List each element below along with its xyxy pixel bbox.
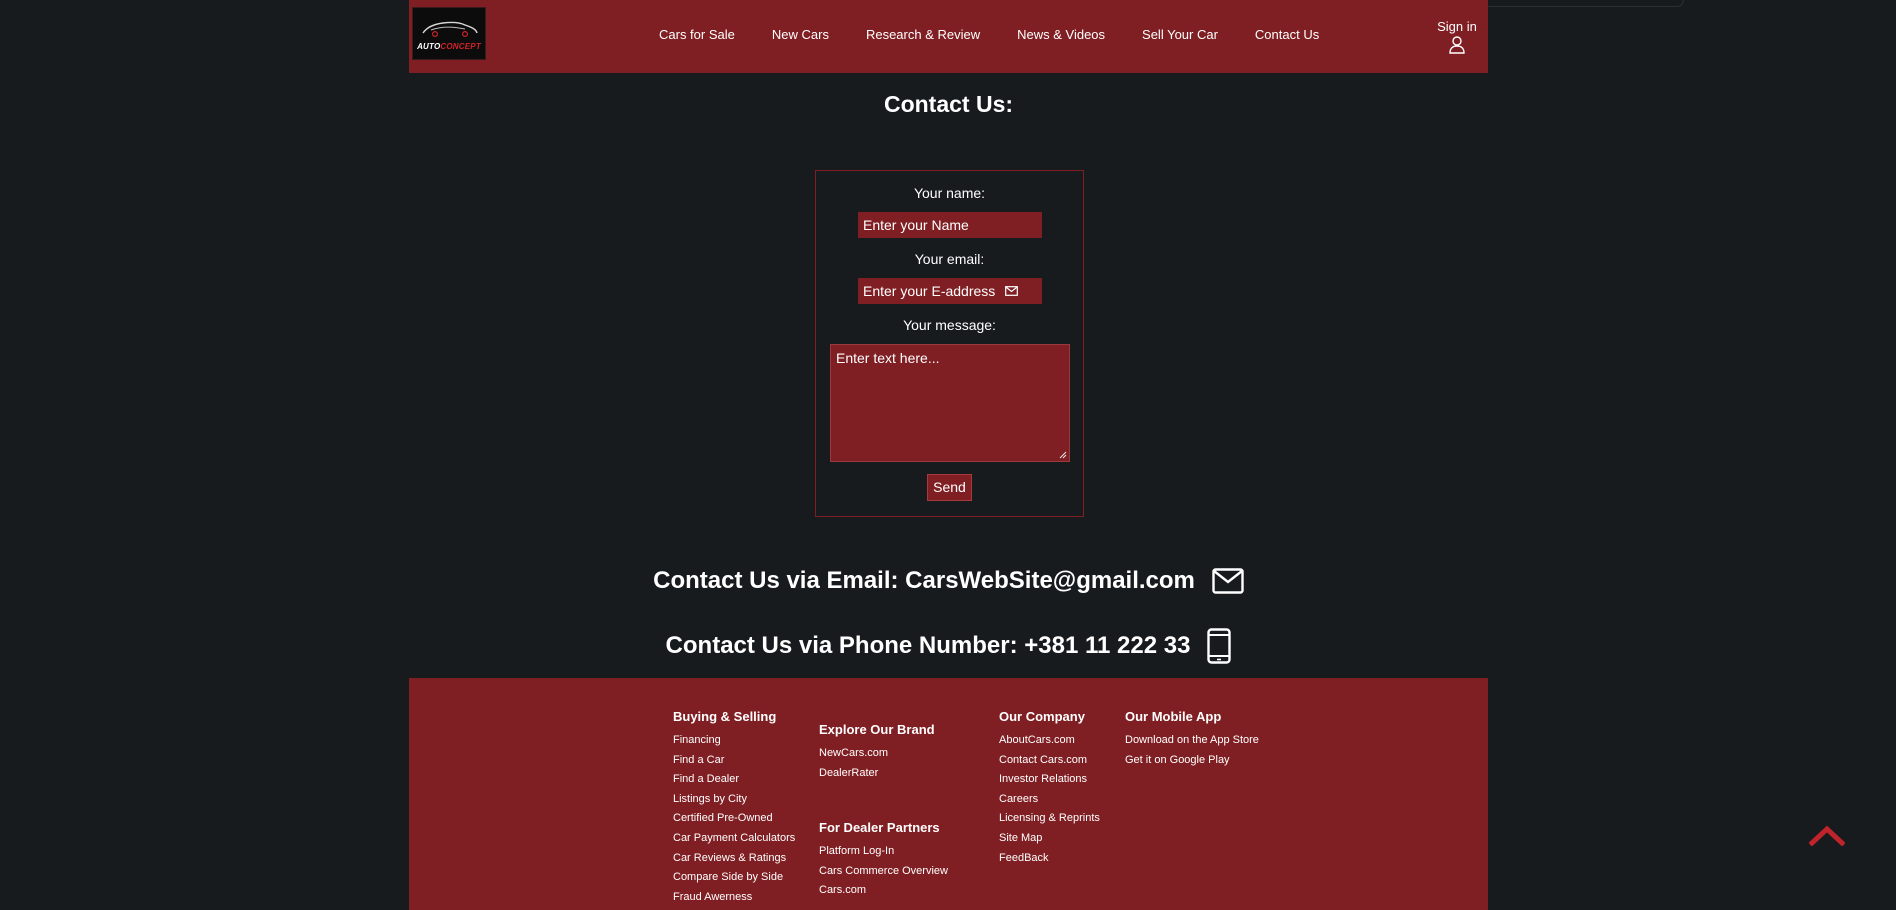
footer-col-buying: Buying & Selling Financing Find a Car Fi… (673, 709, 795, 907)
page: AUTOCONCEPT Cars for Sale New Cars Resea… (409, 0, 1488, 910)
footer-col-explore: Explore Our Brand NewCars.com DealerRate… (819, 722, 935, 783)
footer-link[interactable]: Platform Log-In (819, 842, 948, 862)
resize-handle-icon[interactable] (1059, 451, 1067, 459)
message-placeholder: Enter text here... (836, 350, 940, 366)
footer-link[interactable]: Download on the App Store (1125, 731, 1259, 751)
email-label: Your email: (914, 251, 985, 267)
footer-link[interactable]: Fraud Awerness (673, 888, 795, 908)
site-logo[interactable]: AUTOCONCEPT (412, 7, 486, 60)
contact-email-row: Contact Us via Email: CarsWebSite@gmail.… (409, 567, 1488, 595)
footer-link[interactable]: NewCars.com (819, 744, 935, 764)
contact-email-text[interactable]: Contact Us via Email: CarsWebSite@gmail.… (653, 567, 1195, 595)
footer-link[interactable]: Listings by City (673, 790, 795, 810)
footer-link[interactable]: Financing (673, 731, 795, 751)
footer-heading: Our Company (999, 709, 1085, 724)
footer-link[interactable]: Cars.com (819, 881, 948, 901)
footer-link[interactable]: Compare Side by Side (673, 868, 795, 888)
footer-link[interactable]: FeedBack (999, 849, 1100, 869)
message-label: Your message: (903, 317, 996, 333)
envelope-small-icon (1005, 286, 1019, 296)
name-input[interactable]: Enter your Name (858, 212, 1042, 238)
sign-in-label: Sign in (1437, 19, 1477, 34)
footer-heading: For Dealer Partners (819, 820, 940, 835)
site-footer: Buying & Selling Financing Find a Car Fi… (409, 678, 1488, 910)
nav-new-cars[interactable]: New Cars (772, 27, 829, 42)
nav-cars-for-sale[interactable]: Cars for Sale (659, 27, 735, 42)
nav-research-review[interactable]: Research & Review (866, 27, 980, 42)
email-input[interactable]: Enter your E-address (858, 278, 1042, 304)
footer-link[interactable]: Investor Relations (999, 770, 1100, 790)
site-header: AUTOCONCEPT Cars for Sale New Cars Resea… (409, 0, 1488, 73)
footer-link[interactable]: Site Map (999, 829, 1100, 849)
email-placeholder: Enter your E-address (863, 283, 996, 299)
footer-heading: Buying & Selling (673, 709, 777, 724)
car-silhouette-icon (422, 21, 478, 38)
footer-link[interactable]: Contact Cars.com (999, 751, 1100, 771)
footer-link[interactable]: DealerRater (819, 764, 935, 784)
footer-link[interactable]: Car Reviews & Ratings (673, 849, 795, 869)
footer-link[interactable]: Licensing & Reprints (999, 809, 1100, 829)
phone-icon (1207, 628, 1232, 664)
footer-link[interactable]: AboutCars.com (999, 731, 1100, 751)
name-label: Your name: (913, 185, 986, 201)
nav-contact-us[interactable]: Contact Us (1255, 27, 1319, 42)
send-button[interactable]: Send (927, 474, 972, 501)
user-icon (1449, 36, 1465, 54)
footer-heading: Explore Our Brand (819, 722, 935, 737)
message-textarea[interactable]: Enter text here... (830, 344, 1070, 462)
nav-news-videos[interactable]: News & Videos (1017, 27, 1105, 42)
main-nav: Cars for Sale New Cars Research & Review… (659, 27, 1356, 42)
sign-in-button[interactable]: Sign in (1435, 19, 1479, 54)
footer-link[interactable]: Find a Car (673, 751, 795, 771)
footer-heading: Our Mobile App (1125, 709, 1222, 724)
footer-link[interactable]: Cars Commerce Overview (819, 862, 948, 882)
logo-text: AUTOCONCEPT (417, 42, 481, 51)
page-title: Contact Us: (883, 91, 1014, 117)
contact-phone-row: Contact Us via Phone Number: +381 11 222… (409, 628, 1488, 664)
footer-col-company: Our Company AboutCars.com Contact Cars.c… (999, 709, 1100, 868)
footer-link[interactable]: Car Payment Calculators (673, 829, 795, 849)
footer-link[interactable]: Find a Dealer (673, 770, 795, 790)
nav-sell-your-car[interactable]: Sell Your Car (1142, 27, 1218, 42)
footer-col-dealer: For Dealer Partners Platform Log-In Cars… (819, 820, 948, 901)
contact-form: Your name: Enter your Name Your email: E… (815, 170, 1084, 517)
envelope-icon (1212, 568, 1244, 594)
footer-link[interactable]: Certified Pre-Owned (673, 809, 795, 829)
name-placeholder: Enter your Name (863, 217, 969, 233)
footer-link[interactable]: Careers (999, 790, 1100, 810)
contact-phone-text[interactable]: Contact Us via Phone Number: +381 11 222… (666, 632, 1191, 660)
chevron-up-icon[interactable] (1809, 824, 1845, 846)
footer-col-app: Our Mobile App Download on the App Store… (1125, 709, 1259, 770)
footer-link[interactable]: Get it on Google Play (1125, 751, 1259, 771)
